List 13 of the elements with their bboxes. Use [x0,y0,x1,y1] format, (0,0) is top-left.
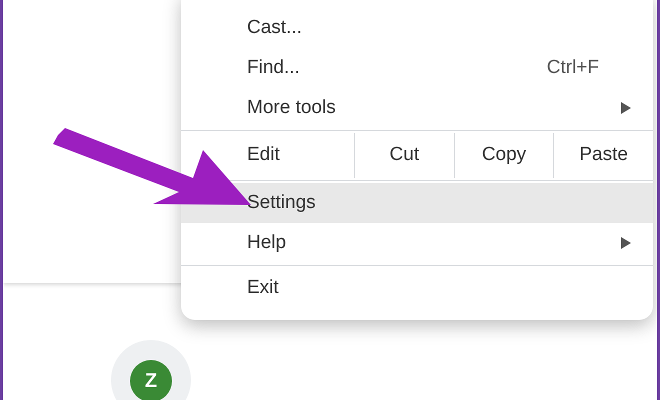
menu-item[interactable]: More tools [181,88,653,128]
edit-label: Edit [247,143,280,168]
edit-action-button[interactable]: Cut [354,133,454,178]
edit-action-button[interactable]: Paste [553,133,654,178]
menu-item[interactable]: Help [181,223,653,263]
menu-item[interactable]: Find... Ctrl+F [181,48,653,88]
menu-item[interactable]: Cast... [181,8,653,48]
shortcut-label: Ctrl+F [546,56,599,80]
menu-item[interactable]: Settings [181,183,653,223]
avatar-letter: Z [130,360,172,400]
avatar-button[interactable]: Z [111,340,191,400]
menu-item[interactable]: Exit [181,268,653,308]
edit-action-button[interactable]: Copy [454,133,554,178]
